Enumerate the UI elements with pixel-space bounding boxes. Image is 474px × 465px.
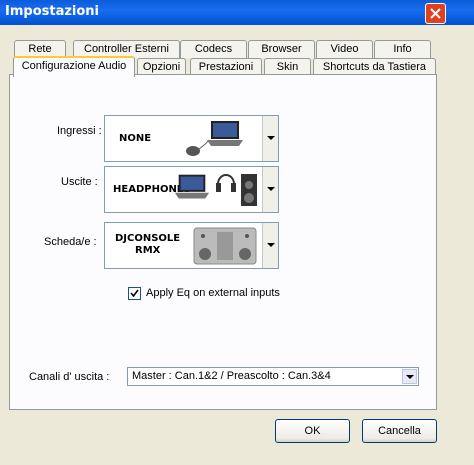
tab-browser[interactable]: Browser (248, 40, 315, 58)
uscite-select[interactable]: HEADPHONES (104, 166, 279, 213)
window-title: Impostazioni (5, 4, 100, 19)
chevron-down-icon (402, 369, 417, 384)
canali-label: Canali d' uscita : (29, 371, 110, 383)
scheda-label: Scheda/e : (44, 236, 97, 248)
tab-configurazione-audio[interactable]: Configurazione Audio (13, 56, 135, 77)
chevron-down-icon (262, 167, 278, 212)
close-button[interactable] (425, 3, 446, 24)
apply-eq-label: Apply Eq on external inputs (146, 287, 280, 299)
headphones-icon (216, 174, 236, 192)
title-bar: Impostazioni (0, 0, 474, 25)
tab-video[interactable]: Video (316, 40, 373, 58)
dj-console-icon (193, 227, 257, 265)
canali-select[interactable]: Master : Can.1&2 / Preascolto : Can.3&4 (127, 367, 419, 386)
close-icon (430, 8, 441, 19)
laptop-icon (174, 174, 210, 199)
tab-info[interactable]: Info (374, 40, 431, 58)
ingressi-select[interactable]: NONE (104, 115, 279, 162)
chevron-down-icon (262, 223, 278, 268)
ingressi-value: NONE (119, 133, 152, 144)
dialog-right-edge (450, 25, 474, 465)
uscite-label: Uscite : (61, 176, 98, 188)
scheda-value-line1: DJCONSOLE (115, 233, 181, 244)
laptop-icon (207, 121, 243, 146)
speaker-icon (241, 174, 257, 206)
scheda-select[interactable]: DJCONSOLE RMX (104, 222, 279, 269)
apply-eq-checkbox[interactable] (128, 287, 141, 300)
chevron-down-icon (262, 116, 278, 161)
cancel-button[interactable]: Cancella (362, 419, 437, 443)
canali-value: Master : Can.1&2 / Preascolto : Can.3&4 (132, 370, 331, 382)
checkmark-icon (130, 289, 139, 298)
ok-button[interactable]: OK (275, 419, 350, 443)
scheda-value-line2: RMX (135, 245, 161, 256)
ingressi-label: Ingressi : (57, 125, 102, 137)
tab-codecs[interactable]: Codecs (180, 40, 247, 58)
